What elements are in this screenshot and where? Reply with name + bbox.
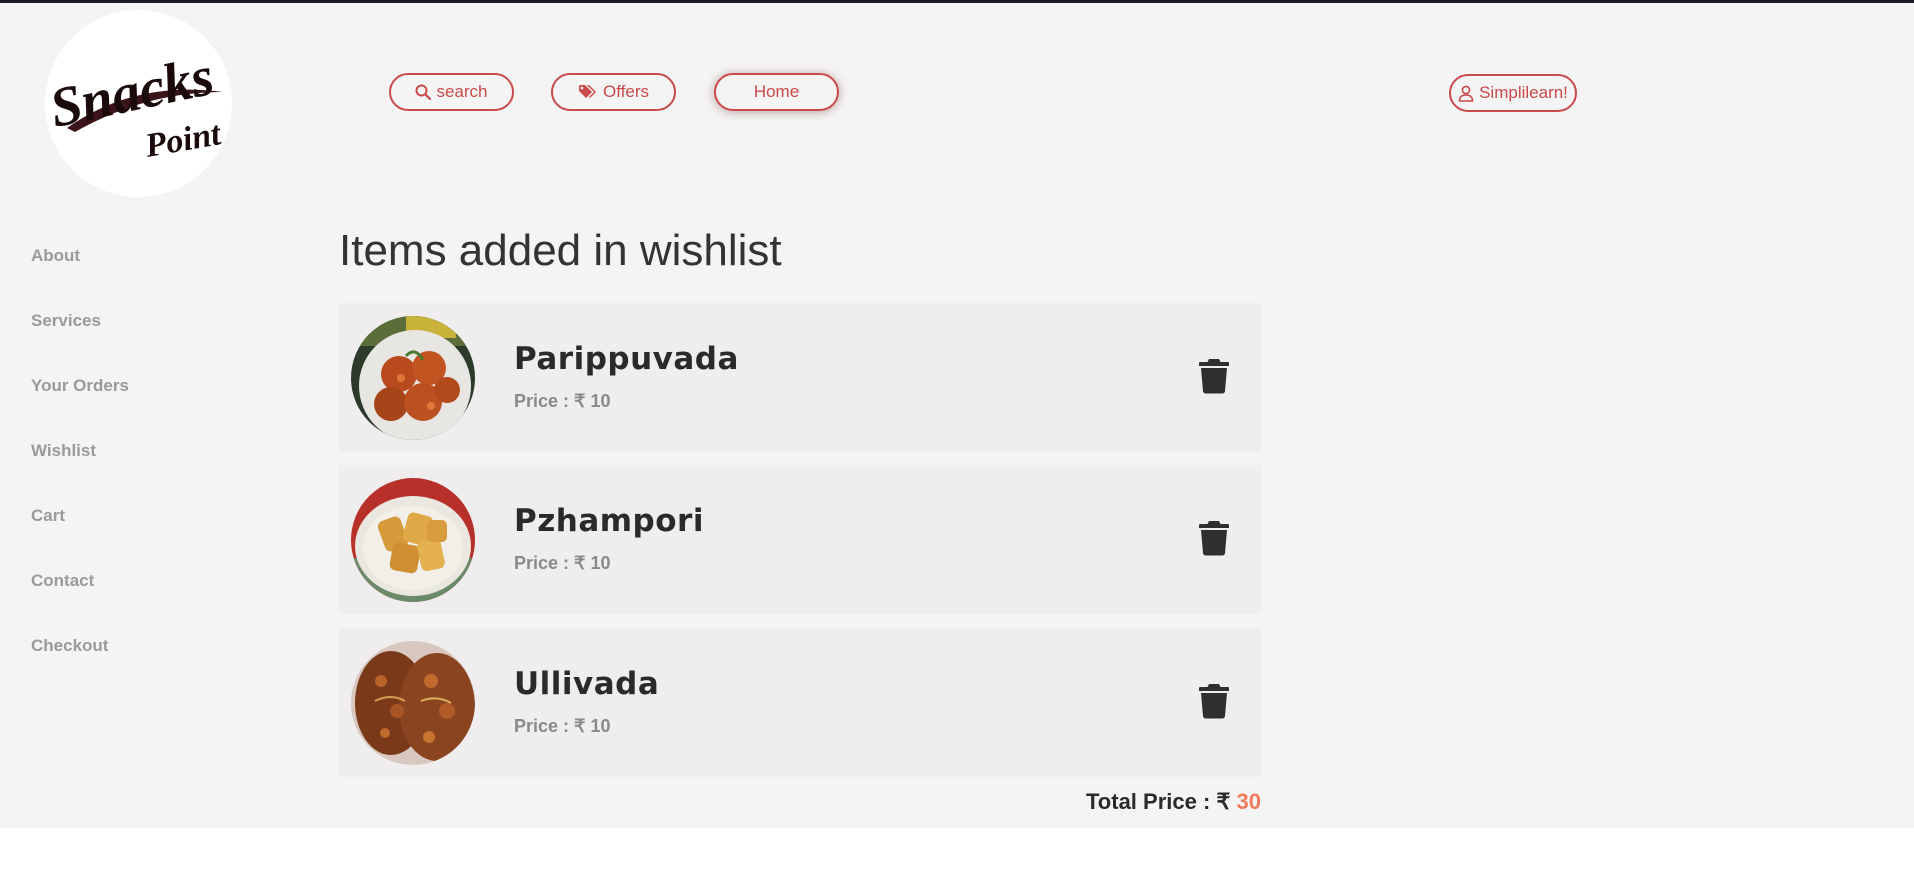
item-image-parippuvada [351, 316, 475, 440]
item-image-pzhampori [351, 478, 475, 602]
sidebar-item-wishlist[interactable]: Wishlist [31, 441, 96, 461]
trash-icon [1199, 521, 1229, 556]
sidebar-item-contact[interactable]: Contact [31, 571, 94, 591]
item-image-ullivada [351, 641, 475, 765]
logo-graphic: Snacks Point [45, 45, 225, 165]
item-price: Price : ₹ 10 [514, 391, 611, 411]
item-name: Pzhampori [514, 503, 704, 539]
sidebar-item-your-orders[interactable]: Your Orders [31, 376, 129, 396]
trash-icon [1199, 359, 1229, 394]
search-button-label: search [436, 82, 488, 101]
sidebar-item-about[interactable]: About [31, 246, 80, 266]
total-price-label: Total Price : ₹ [1086, 789, 1237, 814]
page-title: Items added in wishlist [339, 226, 782, 275]
logo-text-point: Point [142, 115, 225, 165]
delete-item-button[interactable] [1199, 683, 1229, 719]
wishlist-item: Ullivada Price : ₹ 10 [339, 628, 1261, 777]
item-price: Price : ₹ 10 [514, 553, 611, 573]
total-price-value: 30 [1236, 789, 1261, 814]
offers-button[interactable]: Offers [551, 73, 676, 111]
search-button[interactable]: search [389, 73, 514, 111]
wishlist-item: Pzhampori Price : ₹ 10 [339, 465, 1261, 614]
sidebar-item-checkout[interactable]: Checkout [31, 636, 108, 656]
user-icon [1458, 85, 1474, 102]
delete-item-button[interactable] [1199, 520, 1229, 556]
home-button-label: Home [753, 82, 800, 101]
wishlist-item: Parippuvada Price : ₹ 10 [339, 303, 1261, 452]
snacks-point-logo[interactable]: Snacks Point [45, 10, 232, 197]
tags-icon [579, 85, 596, 98]
trash-icon [1199, 684, 1229, 719]
item-name: Ullivada [514, 666, 660, 702]
item-price: Price : ₹ 10 [514, 716, 611, 736]
home-button[interactable]: Home [714, 73, 839, 111]
delete-item-button[interactable] [1199, 358, 1229, 394]
user-account-label: Simplilearn! [1479, 83, 1568, 102]
search-icon [415, 84, 432, 100]
user-account-button[interactable]: Simplilearn! [1449, 74, 1577, 112]
offers-button-label: Offers [603, 82, 649, 101]
total-price: Total Price : ₹ 30 [1000, 789, 1261, 815]
item-name: Parippuvada [514, 341, 739, 377]
sidebar-item-cart[interactable]: Cart [31, 506, 65, 526]
page: Snacks Point search Offers Home Simplile… [0, 3, 1914, 828]
sidebar-item-services[interactable]: Services [31, 311, 101, 331]
